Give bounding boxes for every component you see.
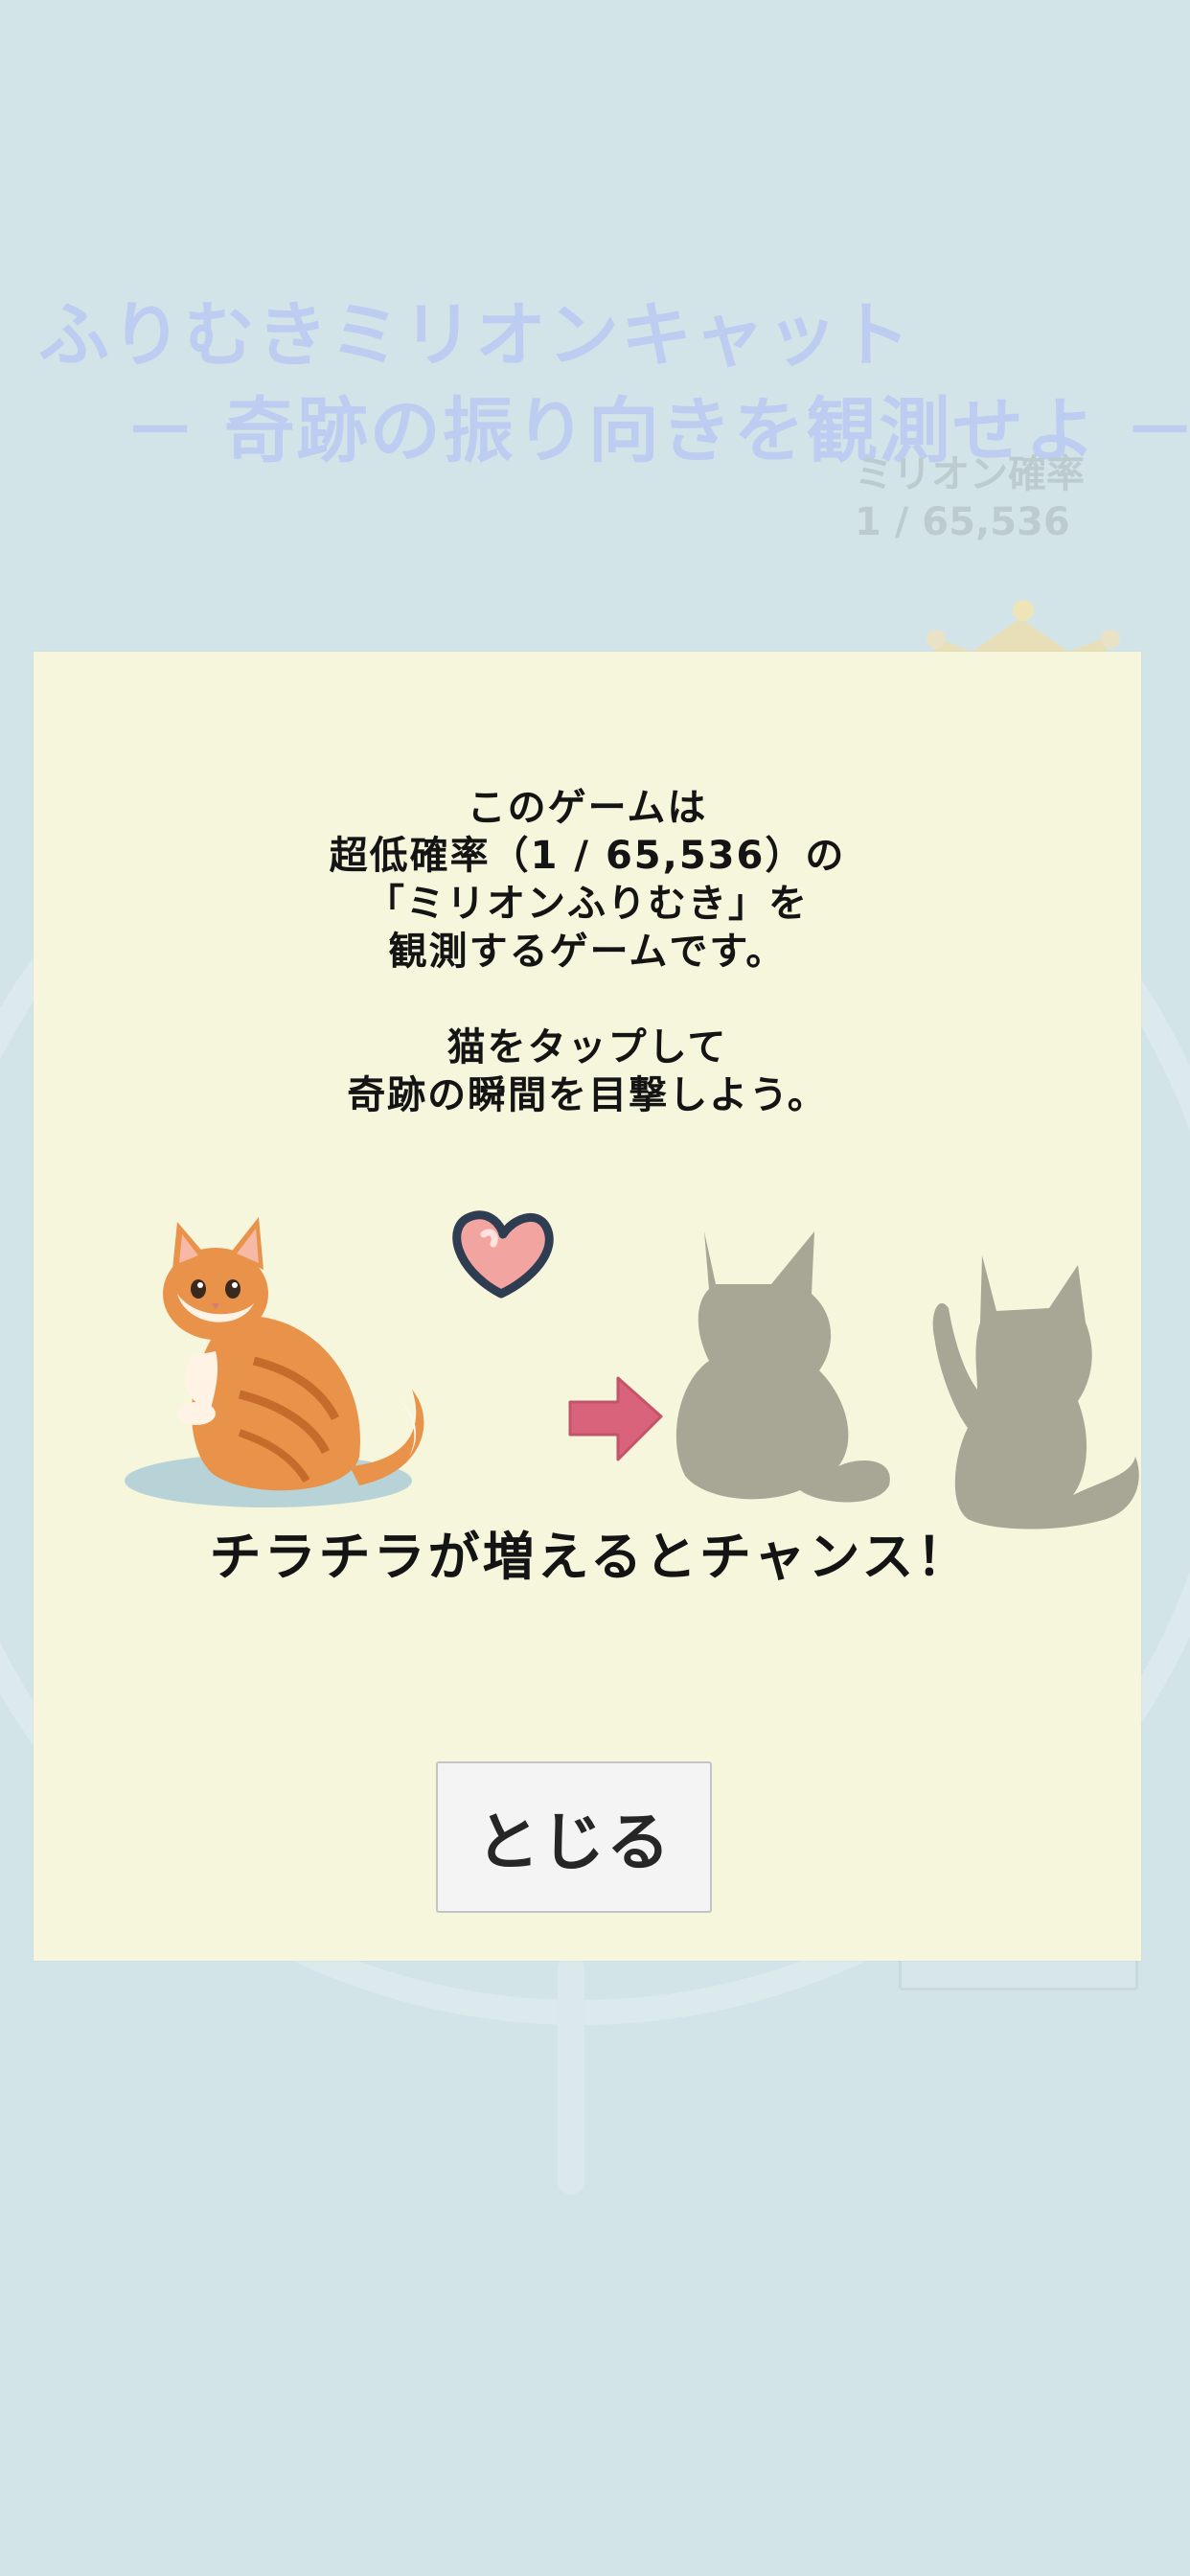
probability-label: ミリオン確率: [855, 452, 1085, 496]
how-to-play-modal: このゲームは 超低確率（1 / 65,536）の 「ミリオンふりむき」を 観測す…: [34, 652, 1141, 1961]
orange-cat-image: [125, 1217, 424, 1507]
description-line: 観測するゲームです。: [388, 930, 787, 974]
description-line: このゲームは: [467, 786, 708, 830]
game-title-main: ふりむきミリオンキャット: [38, 294, 912, 377]
cat-silhouette-back: [675, 1231, 890, 1503]
crown-icon: [927, 600, 1120, 656]
heart-icon: [452, 1210, 554, 1299]
description-line: 超低確率（1 / 65,536）の: [329, 834, 846, 878]
tutorial-illustration: [125, 1210, 1139, 1530]
close-button[interactable]: とじる: [436, 1761, 712, 1913]
description-line: 「ミリオンふりむき」を: [366, 882, 809, 926]
chance-hint: チラチラが増えるとチャンス！: [209, 1527, 972, 1587]
cat-silhouette-turning: [932, 1255, 1139, 1530]
description-line: 奇跡の瞬間を目撃しよう。: [347, 1073, 828, 1117]
probability-display: ミリオン確率 1 / 65,536: [855, 450, 1085, 546]
description-line: 猫をタップして: [446, 1025, 728, 1070]
description-line: [34, 976, 1141, 1024]
probability-value: 1 / 65,536: [855, 500, 1070, 544]
arrow-right-icon: [568, 1376, 663, 1461]
game-description: このゲームは 超低確率（1 / 65,536）の 「ミリオンふりむき」を 観測す…: [34, 784, 1141, 1119]
